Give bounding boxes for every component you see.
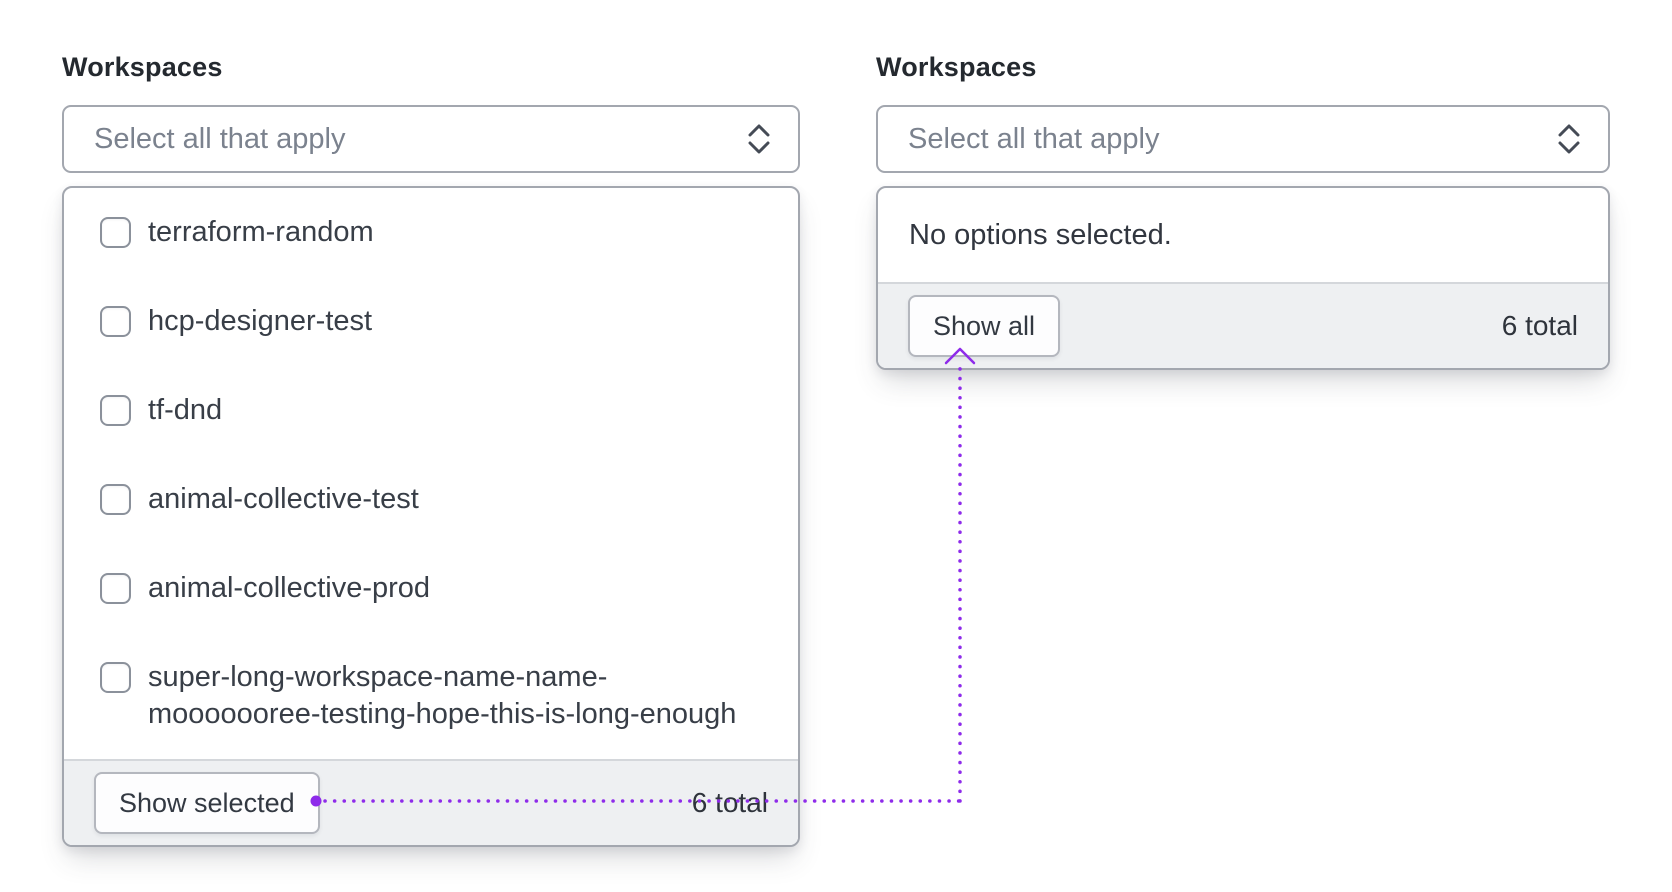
option-label: super-long-workspace-name-name- moooooor…: [148, 661, 737, 730]
option-label: animal-collective-test: [148, 483, 419, 515]
option-row[interactable]: terraform-random: [64, 188, 798, 277]
show-all-button[interactable]: Show all: [908, 295, 1061, 357]
chevron-up-down-icon: [748, 124, 770, 154]
option-label: tf-dnd: [148, 394, 223, 426]
checkbox[interactable]: [100, 217, 131, 248]
empty-message: No options selected.: [909, 219, 1172, 251]
checkbox[interactable]: [100, 662, 131, 693]
option-row[interactable]: tf-dnd: [64, 366, 798, 455]
checkbox[interactable]: [100, 573, 131, 604]
options-dropdown: terraform-random hcp-designer-test tf-dn…: [62, 186, 800, 847]
show-selected-button[interactable]: Show selected: [94, 772, 320, 834]
option-label: animal-collective-prod: [148, 572, 431, 604]
checkbox[interactable]: [100, 306, 131, 337]
option-label: terraform-random: [148, 216, 374, 248]
dropdown-footer: Show selected 6 total: [64, 759, 798, 845]
field-label: Workspaces: [876, 52, 1037, 82]
trigger-placeholder: Select all that apply: [908, 123, 1160, 155]
checkbox[interactable]: [100, 484, 131, 515]
workspaces-multiselect-left: Workspaces Select all that apply terrafo…: [62, 50, 800, 847]
dropdown-footer: Show all 6 total: [878, 282, 1608, 368]
option-row[interactable]: hcp-designer-test: [64, 277, 798, 366]
total-count: 6 total: [1501, 310, 1578, 341]
multiselect-trigger[interactable]: Select all that apply: [62, 105, 800, 173]
option-row[interactable]: super-long-workspace-name-name- moooooor…: [64, 633, 798, 759]
options-dropdown: No options selected. Show all 6 total: [876, 186, 1610, 370]
workspaces-multiselect-right: Workspaces Select all that apply No opti…: [876, 50, 1610, 370]
options-list: terraform-random hcp-designer-test tf-dn…: [64, 188, 798, 759]
total-count: 6 total: [691, 787, 768, 818]
chevron-up-down-icon: [1558, 124, 1580, 154]
field-label: Workspaces: [62, 52, 223, 82]
multiselect-trigger[interactable]: Select all that apply: [876, 105, 1610, 173]
option-label: hcp-designer-test: [148, 305, 373, 337]
option-row[interactable]: animal-collective-test: [64, 455, 798, 544]
checkbox[interactable]: [100, 395, 131, 426]
option-row[interactable]: animal-collective-prod: [64, 544, 798, 633]
trigger-placeholder: Select all that apply: [94, 123, 346, 155]
